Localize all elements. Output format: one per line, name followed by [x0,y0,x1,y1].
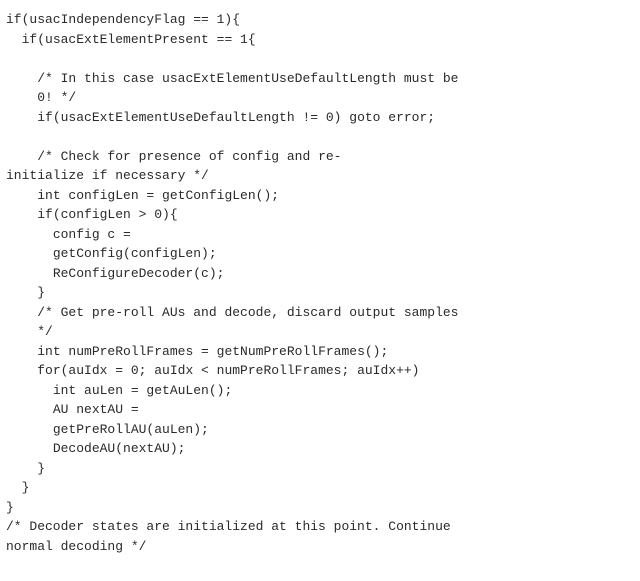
code-block: if(usacIndependencyFlag == 1){ if(usacEx… [6,10,634,556]
